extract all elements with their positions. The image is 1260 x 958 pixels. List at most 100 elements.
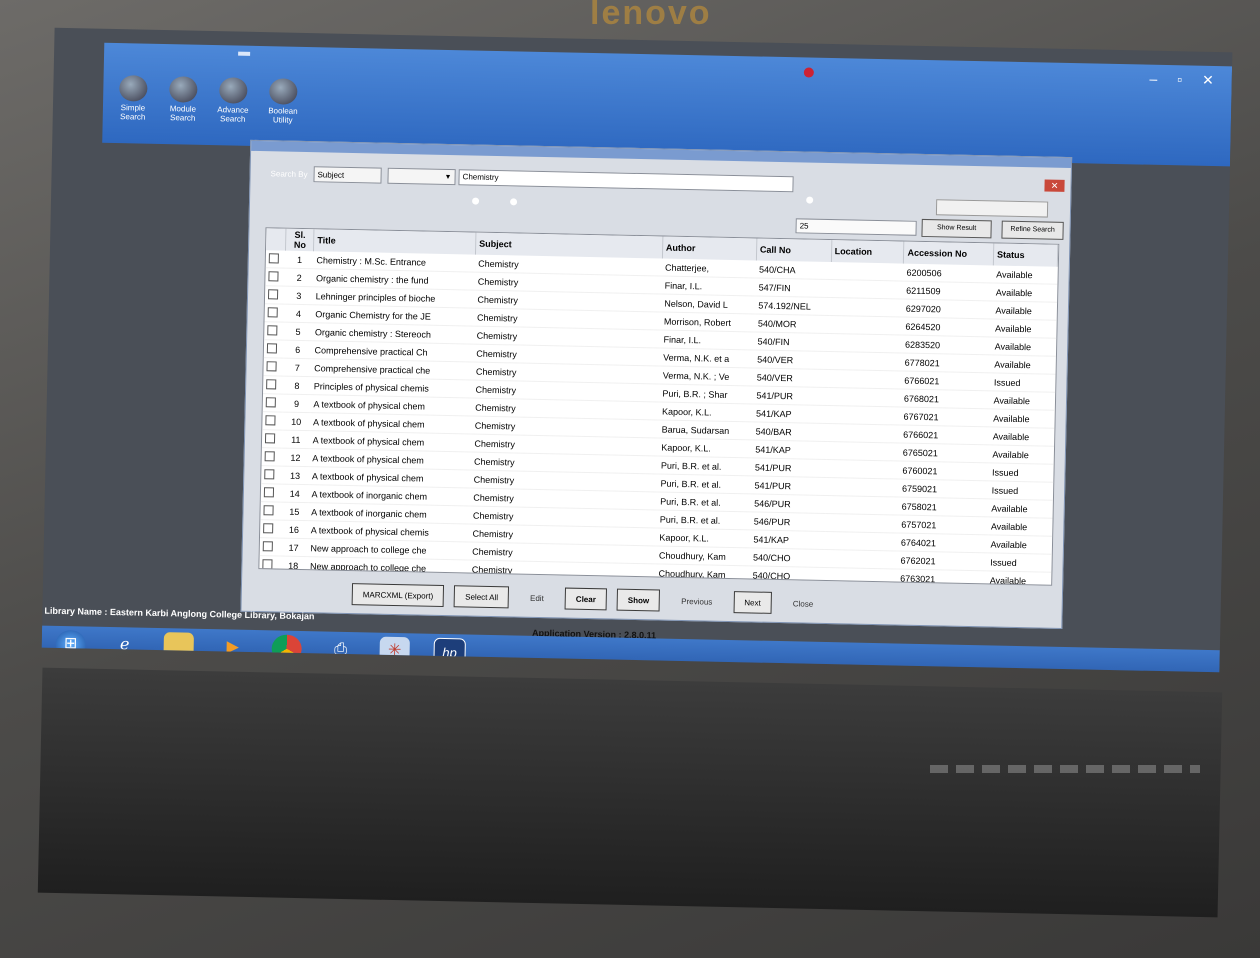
boolean-icon [269, 78, 298, 105]
checkbox-icon[interactable] [263, 522, 274, 533]
cell-call-no: 540/CHO [749, 547, 825, 568]
module-icon [169, 76, 198, 103]
boolean-utility-button[interactable]: Boolean Utility [261, 78, 306, 125]
checkbox-icon[interactable] [266, 360, 277, 371]
checkbox-icon[interactable] [267, 306, 278, 317]
operator-select[interactable]: ▼ [387, 167, 456, 186]
row-checkbox[interactable] [264, 285, 286, 305]
cell-location [830, 279, 904, 300]
checkbox-icon[interactable] [263, 486, 275, 497]
checkbox-icon[interactable] [266, 378, 277, 389]
marcxml-export-button[interactable]: MARCXML (Export) [351, 583, 445, 608]
row-checkbox[interactable] [264, 303, 285, 323]
cell-accession: 6765021 [899, 443, 990, 463]
cell-author: Finar, I.L. [661, 276, 756, 296]
field-select[interactable]: Subject [313, 166, 382, 184]
option-checkbox[interactable] [806, 196, 816, 206]
search-input[interactable]: Chemistry [458, 169, 794, 193]
cell-author: Puri, B.R. ; Shar [659, 383, 754, 404]
row-checkbox[interactable] [262, 393, 283, 413]
cell-status: Available [992, 265, 1058, 285]
row-checkbox[interactable] [261, 429, 283, 449]
ribbon-tab[interactable] [186, 50, 198, 54]
row-checkbox[interactable] [259, 555, 280, 575]
edit-button[interactable]: Edit [519, 587, 555, 610]
option-radio-1[interactable] [472, 197, 482, 207]
row-checkbox[interactable] [259, 519, 281, 539]
cell-accession: 6762021 [897, 551, 988, 571]
show-result-button[interactable]: Show Result [921, 218, 992, 239]
ribbon-tab[interactable] [212, 51, 224, 55]
row-checkbox[interactable] [263, 375, 284, 395]
close-button[interactable]: Close [782, 592, 825, 615]
row-checkbox[interactable] [260, 483, 282, 503]
col-status[interactable]: Status [993, 243, 1058, 267]
col-location[interactable]: Location [830, 240, 905, 264]
cell-location [827, 423, 901, 444]
checkbox-icon[interactable] [268, 270, 279, 281]
cell-status: Issued [986, 552, 1052, 573]
checkbox-icon[interactable] [267, 324, 278, 335]
checkbox-icon[interactable] [265, 396, 276, 407]
row-checkbox[interactable] [259, 537, 280, 557]
ribbon-tab[interactable] [264, 52, 276, 56]
ribbon-tab[interactable] [134, 49, 146, 53]
results-table: Sl. No Title Subject Author Call No Loca… [259, 228, 1058, 586]
cell-accession: 6211509 [903, 281, 993, 301]
show-button[interactable]: Show [616, 588, 661, 612]
row-checkbox[interactable] [264, 321, 285, 341]
option-select[interactable] [935, 199, 1049, 218]
previous-button[interactable]: Previous [670, 590, 724, 613]
refine-search-button[interactable]: Refine Search [1001, 220, 1064, 240]
page-size-select[interactable]: 25 [795, 218, 917, 236]
simple-search-label: Simple Search [119, 103, 146, 122]
row-checkbox[interactable] [263, 339, 285, 359]
clear-button[interactable]: Clear [564, 587, 608, 611]
checkbox-icon[interactable] [263, 504, 274, 515]
close-icon[interactable]: ✕ [1044, 179, 1065, 192]
cell-location [825, 513, 899, 534]
option-radio-2[interactable] [510, 198, 520, 207]
row-checkbox[interactable] [265, 250, 286, 269]
checkbox-icon[interactable] [262, 558, 273, 569]
window-controls[interactable]: – ▫ ✕ [1149, 71, 1222, 90]
row-checkbox[interactable] [261, 447, 282, 467]
row-checkbox[interactable] [263, 357, 284, 377]
checkbox-icon[interactable] [264, 468, 275, 479]
checkbox-icon[interactable] [267, 288, 279, 299]
checkbox-icon[interactable] [264, 432, 276, 443]
checkbox-icon[interactable] [262, 540, 273, 551]
row-checkbox[interactable] [261, 465, 282, 485]
col-author[interactable]: Author [662, 236, 757, 261]
ribbon-tab[interactable] [290, 53, 302, 57]
cell-author: Morrison, Robert [660, 311, 756, 332]
row-checkbox[interactable] [260, 501, 281, 521]
row-checkbox[interactable] [265, 267, 286, 287]
cell-subject: Chemistry [468, 560, 656, 582]
ribbon-tab-opac[interactable] [238, 51, 251, 56]
cell-sl-no: 5 [284, 322, 313, 341]
cell-call-no: 540/CHO [749, 565, 825, 586]
module-search-button[interactable]: Module Search [161, 76, 206, 123]
checkbox-icon[interactable] [266, 342, 278, 353]
checkbox-icon[interactable] [264, 450, 275, 461]
simple-search-button[interactable]: Simple Search [111, 75, 156, 122]
ribbon-tab[interactable] [316, 53, 328, 57]
cell-author: Puri, B.R. et al. [656, 491, 752, 512]
advance-search-button[interactable]: Advance Search [211, 77, 256, 124]
cell-sl-no: 13 [281, 466, 310, 485]
select-all-button[interactable]: Select All [453, 585, 510, 609]
ribbon-tab[interactable] [160, 50, 172, 54]
cell-author: Nelson, David L [661, 294, 756, 314]
cell-accession: 6766021 [901, 371, 992, 391]
cell-status: Available [991, 336, 1056, 357]
row-checkbox[interactable] [262, 411, 283, 431]
checkbox-icon[interactable] [265, 414, 276, 425]
checkbox-icon[interactable] [268, 252, 279, 263]
col-sl-no[interactable]: Sl. No [285, 228, 315, 252]
cell-call-no: 541/PUR [751, 457, 827, 478]
next-button[interactable]: Next [733, 591, 772, 614]
col-accession[interactable]: Accession No [903, 241, 994, 266]
radio-icon [472, 197, 480, 205]
col-call-no[interactable]: Call No [756, 238, 832, 263]
